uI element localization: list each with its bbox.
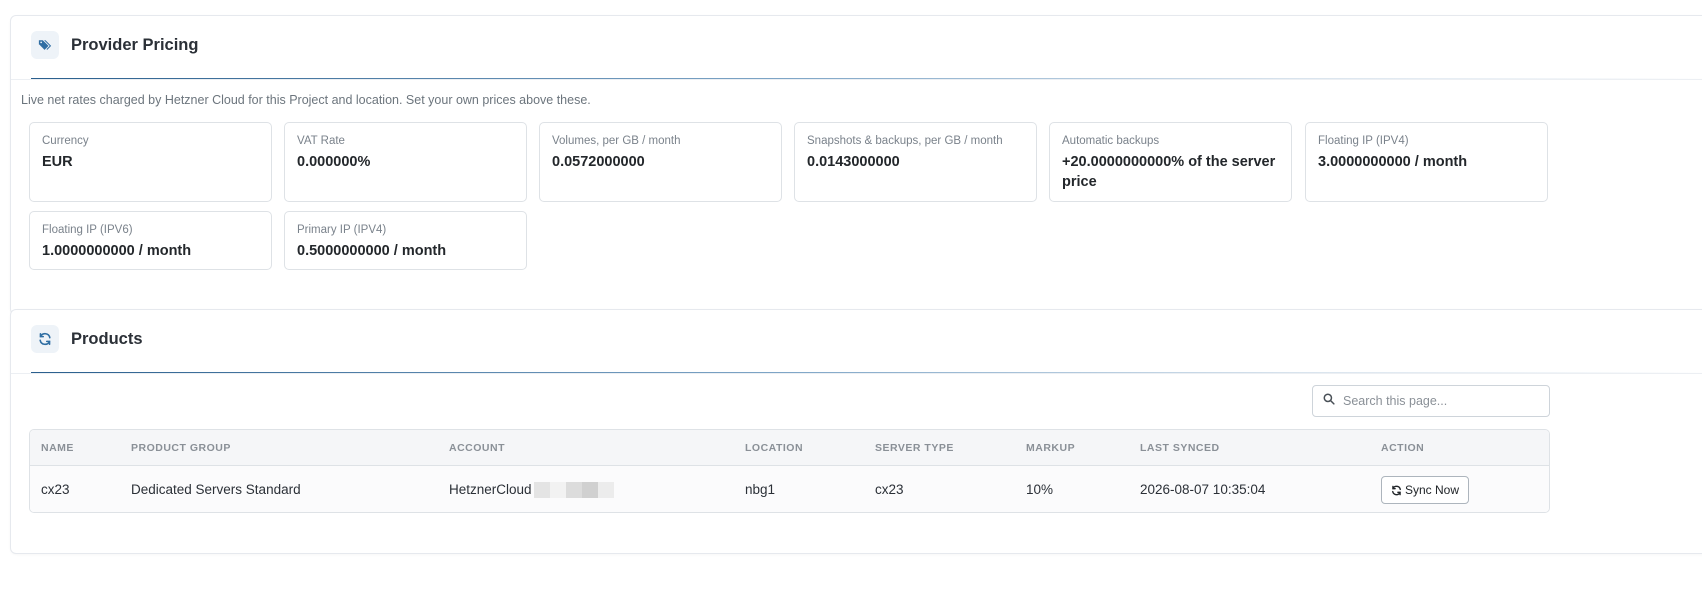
column-header-last-synced[interactable]: LAST SYNCED xyxy=(1140,442,1220,454)
sync-now-label: Sync Now xyxy=(1405,483,1460,497)
search-box[interactable] xyxy=(1312,385,1550,417)
products-header: Products xyxy=(31,324,143,354)
rate-value: EUR xyxy=(42,154,73,170)
products-table: NAME PRODUCT GROUP ACCOUNT LOCATION SERV… xyxy=(29,429,1550,513)
header-divider xyxy=(11,373,1702,374)
cell-product-group: Dedicated Servers Standard xyxy=(131,482,301,497)
rate-label: Snapshots & backups, per GB / month xyxy=(807,135,1003,147)
rate-label: Currency xyxy=(42,135,89,147)
search-input[interactable] xyxy=(1341,393,1535,409)
column-header-account[interactable]: ACCOUNT xyxy=(449,442,505,454)
refresh-icon xyxy=(31,325,59,353)
rate-card-snapshots: Snapshots & backups, per GB / month 0.01… xyxy=(794,122,1037,202)
rate-label: Volumes, per GB / month xyxy=(552,135,681,147)
rate-value: 0.000000% xyxy=(297,154,371,170)
redacted-block xyxy=(533,482,614,499)
rate-card-currency: Currency EUR xyxy=(29,122,272,202)
rate-value: 3.0000000000 / month xyxy=(1318,154,1468,170)
cell-markup: 10% xyxy=(1026,482,1054,497)
provider-pricing-header: Provider Pricing xyxy=(31,30,198,60)
rate-card-volumes: Volumes, per GB / month 0.0572000000 xyxy=(539,122,782,202)
pricing-description: Live net rates charged by Hetzner Cloud … xyxy=(21,93,591,107)
rate-value: 0.5000000000 / month xyxy=(297,243,447,259)
rate-card-floating-ipv6: Floating IP (IPV6) 1.0000000000 / month xyxy=(29,211,272,270)
rate-card-automatic-backups: Automatic backups +20.0000000000% of the… xyxy=(1049,122,1292,202)
tags-icon xyxy=(31,31,59,59)
rate-card-floating-ipv4: Floating IP (IPV4) 3.0000000000 / month xyxy=(1305,122,1548,202)
panel-title: Products xyxy=(71,329,143,348)
search-icon xyxy=(1323,392,1335,410)
rate-card-primary-ipv4: Primary IP (IPV4) 0.5000000000 / month xyxy=(284,211,527,270)
rate-label: Floating IP (IPV6) xyxy=(42,224,133,236)
column-header-location[interactable]: LOCATION xyxy=(745,442,803,454)
sync-now-button[interactable]: Sync Now xyxy=(1381,476,1470,504)
rate-label: VAT Rate xyxy=(297,135,345,147)
cell-name: cx23 xyxy=(41,482,70,497)
column-header-action: ACTION xyxy=(1381,442,1425,454)
header-divider xyxy=(11,79,1702,80)
rate-value: 0.0143000000 xyxy=(807,154,900,170)
rate-label: Primary IP (IPV4) xyxy=(297,224,387,236)
rate-label: Automatic backups xyxy=(1062,135,1160,147)
column-header-markup[interactable]: MARKUP xyxy=(1026,442,1075,454)
panel-title: Provider Pricing xyxy=(71,35,199,54)
cell-last-synced: 2026-08-07 10:35:04 xyxy=(1140,482,1266,497)
rate-label: Floating IP (IPV4) xyxy=(1318,135,1409,147)
table-header: NAME PRODUCT GROUP ACCOUNT LOCATION SERV… xyxy=(30,430,1549,466)
account-name: HetznerCloud xyxy=(449,482,532,497)
rate-value: 1.0000000000 / month xyxy=(42,243,192,259)
cell-location: nbg1 xyxy=(745,482,776,497)
rate-value: 0.0572000000 xyxy=(552,154,645,170)
rate-card-vat: VAT Rate 0.000000% xyxy=(284,122,527,202)
cell-server-type: cx23 xyxy=(875,482,904,497)
column-header-name[interactable]: NAME xyxy=(41,442,74,454)
cell-account: HetznerCloud xyxy=(449,482,614,499)
refresh-icon xyxy=(1392,485,1401,495)
table-row: cx23 Dedicated Servers Standard HetznerC… xyxy=(30,466,1549,512)
column-header-product-group[interactable]: PRODUCT GROUP xyxy=(131,442,231,454)
column-header-server-type[interactable]: SERVER TYPE xyxy=(875,442,954,454)
rate-value: +20.0000000000% of the server price xyxy=(1062,154,1276,190)
